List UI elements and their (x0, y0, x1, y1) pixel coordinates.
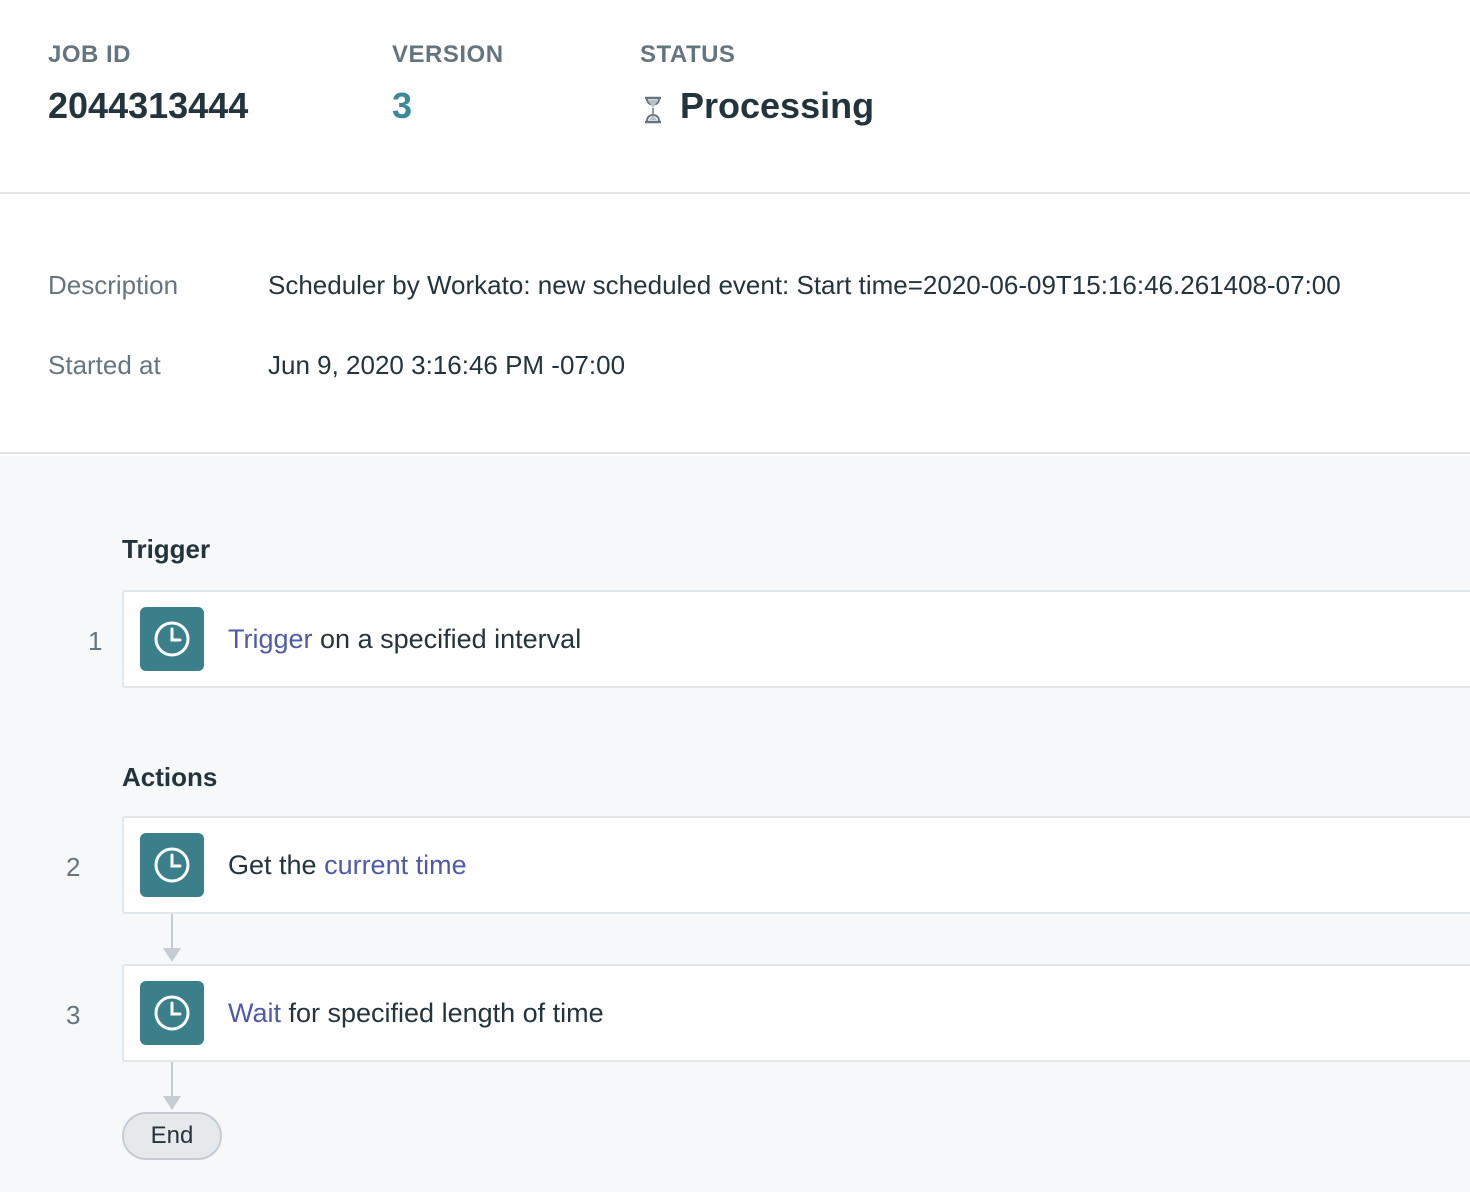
started-value: Jun 9, 2020 3:16:46 PM -07:00 (268, 350, 626, 380)
actions-section-title: Actions (122, 762, 218, 792)
step-number: 3 (66, 1000, 81, 1030)
step-text-after: on a specified interval (312, 623, 582, 654)
description-value: Scheduler by Workato: new scheduled even… (268, 270, 1341, 300)
clock-icon (140, 607, 204, 671)
job-header: JOB ID 2044313444 VERSION 3 STATUS Proce… (0, 0, 1470, 194)
flow-connector (171, 1062, 173, 1098)
step-text: Wait for specified length of time (228, 998, 604, 1029)
status-text: Processing (680, 85, 875, 126)
step-link[interactable]: current time (324, 850, 467, 880)
step-text-after: for specified length of time (281, 997, 604, 1028)
clock-icon (140, 833, 204, 897)
step-card-get-current-time[interactable]: Get the current time (122, 816, 1470, 914)
arrow-down-icon (163, 948, 181, 962)
arrow-down-icon (163, 1096, 181, 1110)
version-block: VERSION 3 (392, 40, 504, 126)
step-card-wait[interactable]: Wait for specified length of time (122, 964, 1470, 1062)
description-label: Description (48, 270, 179, 300)
status-label: STATUS (640, 41, 736, 68)
job-id-value: 2044313444 (48, 85, 249, 126)
started-row: Started at Jun 9, 2020 3:16:46 PM -07:00 (48, 348, 625, 382)
job-id-block: JOB ID 2044313444 (48, 40, 248, 126)
end-node: End (122, 1112, 222, 1160)
clock-icon (140, 981, 204, 1045)
version-value[interactable]: 3 (392, 86, 504, 126)
description-row: Description Scheduler by Workato: new sc… (48, 268, 1341, 302)
step-link[interactable]: Wait (228, 998, 281, 1028)
flow-connector (171, 914, 173, 950)
job-details: Description Scheduler by Workato: new sc… (0, 194, 1470, 454)
job-id-label: JOB ID (48, 41, 132, 68)
step-number: 1 (88, 626, 103, 656)
step-text-before: Get the (228, 849, 325, 880)
status-block: STATUS Processing (640, 40, 874, 126)
step-number: 2 (66, 852, 81, 882)
step-text: Get the current time (228, 850, 467, 881)
step-link[interactable]: Trigger (228, 624, 313, 654)
step-text: Trigger on a specified interval (228, 624, 581, 655)
hourglass-icon (642, 92, 664, 124)
started-label: Started at (48, 350, 161, 380)
version-label: VERSION (392, 41, 504, 68)
status-value: Processing (640, 86, 874, 126)
step-card-trigger[interactable]: Trigger on a specified interval (122, 590, 1470, 688)
trigger-section-title: Trigger (122, 534, 211, 564)
recipe-flow: Trigger 1 Trigger on a specified interva… (0, 456, 1470, 1192)
